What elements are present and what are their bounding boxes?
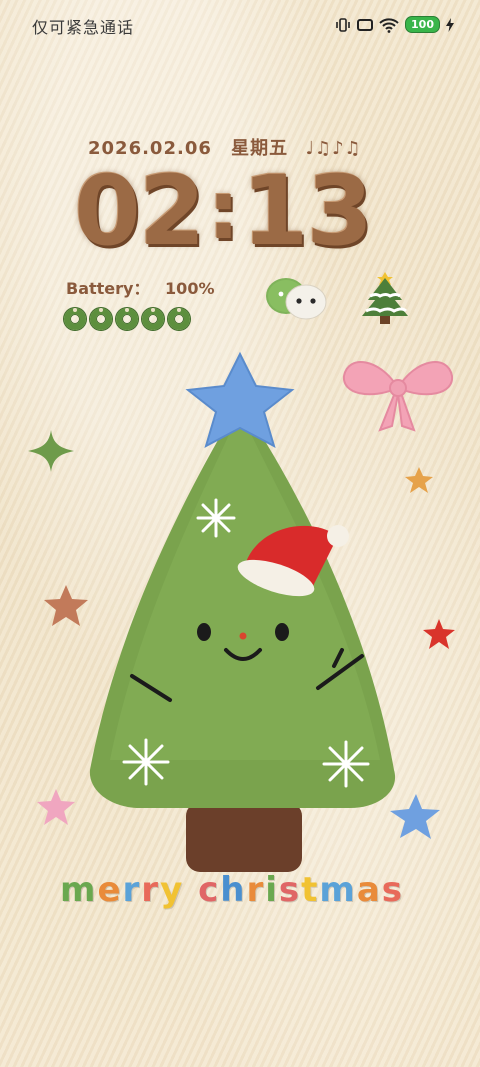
- greeting-letter: m: [60, 870, 98, 910]
- greeting-letter: e: [97, 870, 123, 910]
- pink-star-icon: [37, 789, 75, 825]
- greeting-letter: r: [141, 870, 161, 910]
- battery-label-text: Battery：: [66, 279, 150, 298]
- greeting-letter: c: [198, 870, 221, 910]
- greeting-letter: y: [160, 870, 185, 910]
- wreath-icon: [64, 308, 86, 330]
- merry-christmas-text: merry christmas: [60, 870, 460, 926]
- greeting-letter: t: [301, 870, 320, 910]
- clock-hour-tens: 0: [74, 155, 141, 267]
- clock-separator: :: [207, 164, 240, 257]
- brown-star-icon: [44, 585, 88, 626]
- greeting-letter: r: [246, 870, 266, 910]
- wreath-icon: [116, 308, 138, 330]
- vibrate-icon: [335, 17, 351, 32]
- status-icons: 100: [335, 16, 454, 33]
- clock-minute-tens: 1: [241, 155, 309, 267]
- greeting-space: [184, 870, 198, 910]
- greeting-letter: a: [356, 870, 382, 910]
- clock-minute-ones: 3: [306, 155, 373, 267]
- greeting-letter: i: [265, 870, 279, 910]
- red-star-icon: [423, 619, 455, 649]
- clock-hour-ones: 2: [138, 155, 206, 267]
- wreath-icon: [168, 308, 190, 330]
- wifi-icon: [379, 17, 399, 33]
- greeting-letter: s: [278, 870, 302, 910]
- lock-screen: 仅可紧急通话 100 2026.02.06 星期五 ♩♫♪♫ 0 2 : 1 3…: [0, 0, 480, 1067]
- carrier-text: 仅可紧急通话: [32, 18, 135, 37]
- blue-star-icon: [390, 794, 440, 839]
- wreath-icon: [142, 308, 164, 330]
- wreath-icon: [90, 308, 112, 330]
- mini-tree-icon[interactable]: [356, 266, 414, 328]
- battery-widget-label: Battery： 100%: [66, 275, 214, 299]
- wechat-plush-icon[interactable]: [264, 274, 328, 324]
- clock: 0 2 : 1 3: [74, 155, 373, 267]
- greeting-letter: h: [220, 870, 247, 910]
- greeting-letter: m: [319, 870, 357, 910]
- charging-bolt-icon: [446, 17, 454, 32]
- battery-icon: 100: [405, 16, 440, 33]
- green-sparkle-icon: [28, 430, 74, 472]
- christmas-tree-illustration: [89, 351, 396, 872]
- status-bar: 仅可紧急通话 100: [0, 0, 480, 50]
- greeting-letter: r: [122, 870, 142, 910]
- greeting-letter: s: [381, 870, 405, 910]
- nfc-icon: [357, 18, 374, 31]
- battery-wreath-meter: [64, 308, 190, 330]
- orange-star-icon: [405, 467, 433, 493]
- battery-value-text: 100%: [165, 279, 215, 298]
